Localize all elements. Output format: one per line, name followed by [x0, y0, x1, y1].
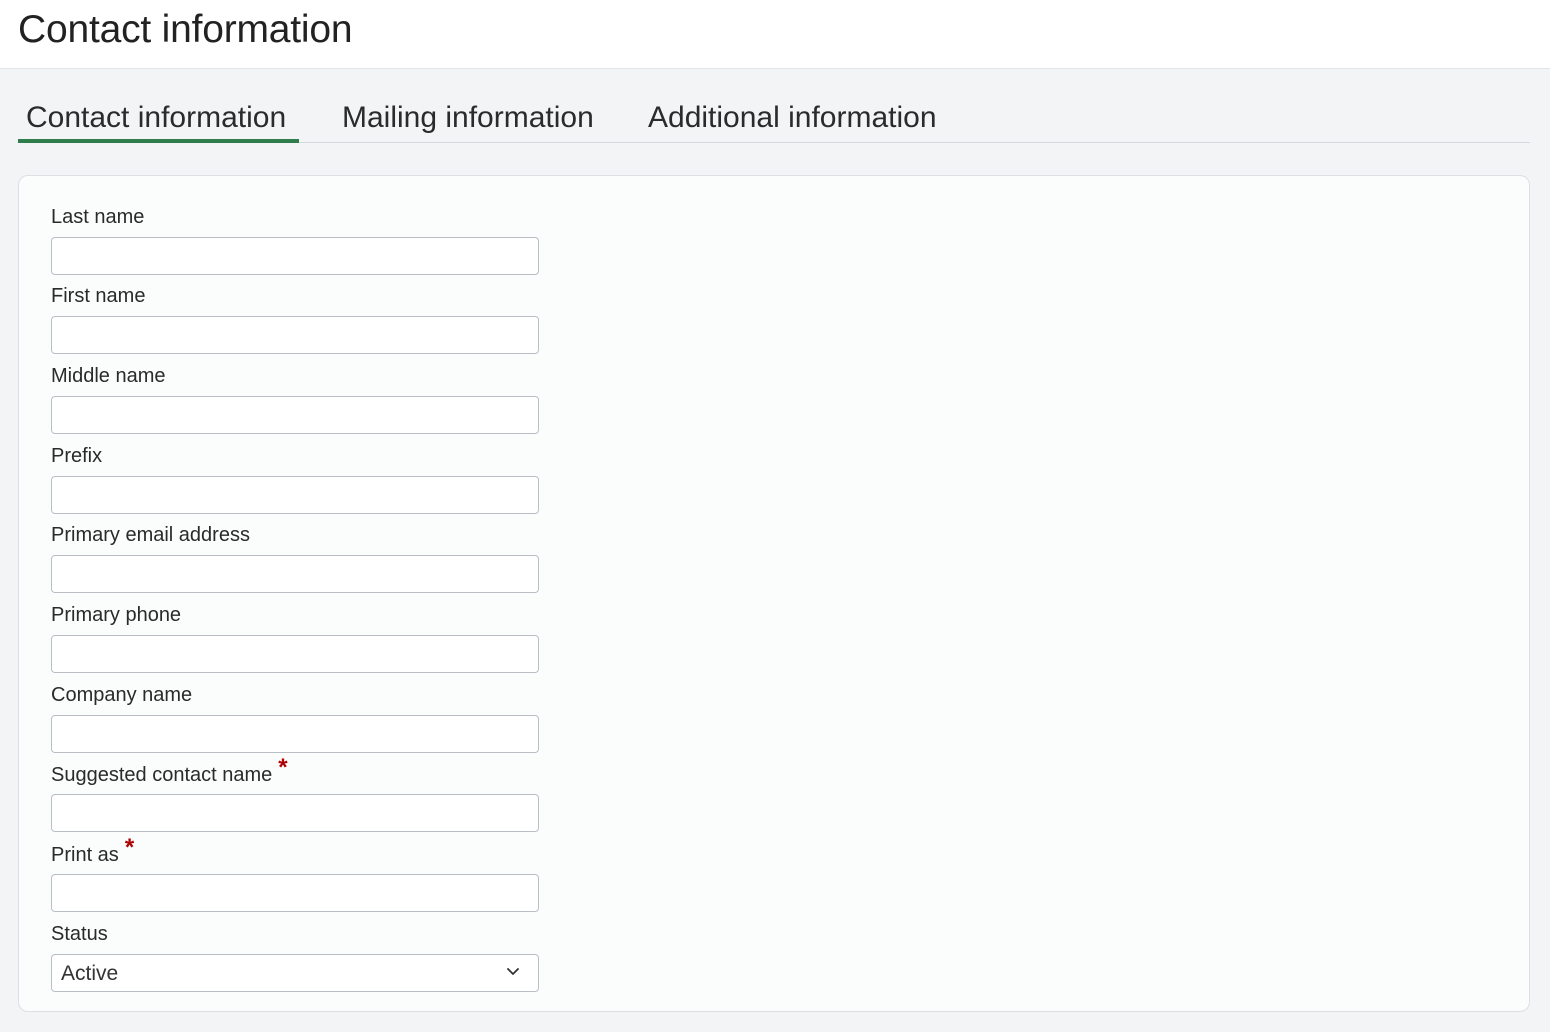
tab-contact-information[interactable]: Contact information	[18, 98, 299, 143]
first-name-field: First name	[51, 284, 541, 354]
tab-additional-information[interactable]: Additional information	[648, 98, 937, 143]
primary-email-field: Primary email address	[51, 523, 541, 593]
chevron-down-icon	[507, 968, 519, 975]
page-title: Contact information	[18, 8, 353, 51]
middle-name-label: Middle name	[51, 365, 166, 387]
status-select[interactable]: Active	[51, 954, 539, 992]
prefix-label: Prefix	[51, 445, 103, 467]
company-name-label: Company name	[51, 684, 193, 706]
prefix-input[interactable]	[51, 476, 539, 514]
suggested-contact-name-label: Suggested contact name	[51, 764, 273, 786]
required-marker: *	[124, 834, 135, 861]
suggested-contact-name-input[interactable]	[51, 794, 539, 832]
suggested-contact-name-label-row: Suggested contact name *	[51, 756, 541, 787]
last-name-label: Last name	[51, 206, 145, 228]
middle-name-field: Middle name	[51, 364, 541, 434]
primary-email-label: Primary email address	[51, 524, 250, 546]
tab-bar: Contact information Mailing information …	[18, 98, 1530, 143]
tab-mailing-information[interactable]: Mailing information	[342, 98, 594, 143]
last-name-field: Last name	[51, 205, 541, 275]
print-as-label: Print as	[51, 844, 119, 866]
print-as-input[interactable]	[51, 874, 539, 912]
print-as-label-row: Print as *	[51, 836, 541, 867]
status-label: Status	[51, 923, 108, 945]
primary-phone-label: Primary phone	[51, 604, 182, 626]
primary-phone-field: Primary phone	[51, 603, 541, 673]
first-name-input[interactable]	[51, 316, 539, 354]
last-name-input[interactable]	[51, 237, 539, 275]
first-name-label: First name	[51, 285, 146, 307]
print-as-field: Print as *	[51, 836, 541, 912]
status-field: Status Active	[51, 922, 541, 992]
page-header: Contact information	[0, 0, 1550, 69]
primary-phone-input[interactable]	[51, 635, 539, 673]
status-select-value: Active	[61, 962, 119, 985]
contact-form-card: Last name First name Middle name Prefix …	[18, 175, 1530, 1012]
required-marker: *	[278, 754, 288, 781]
company-name-input[interactable]	[51, 715, 539, 753]
company-name-field: Company name	[51, 683, 541, 753]
primary-email-input[interactable]	[51, 555, 539, 593]
middle-name-input[interactable]	[51, 396, 539, 434]
suggested-contact-name-field: Suggested contact name *	[51, 756, 541, 832]
prefix-field: Prefix	[51, 444, 541, 514]
